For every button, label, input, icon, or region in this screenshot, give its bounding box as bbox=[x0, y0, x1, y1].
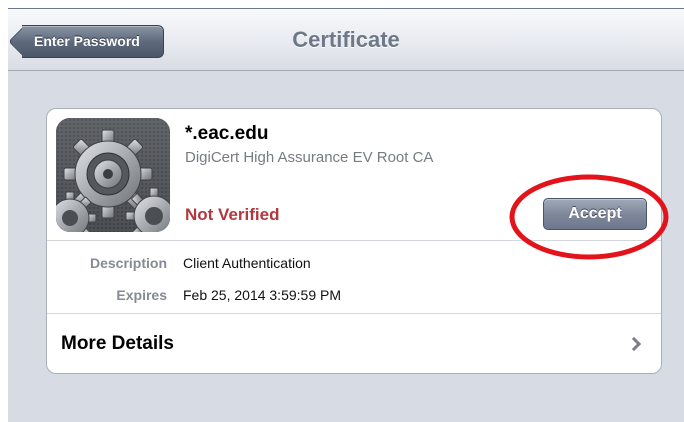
certificate-name: *.eac.edu bbox=[185, 123, 269, 144]
verification-status: Not Verified bbox=[185, 205, 280, 224]
more-details-label: More Details bbox=[61, 333, 174, 354]
divider bbox=[47, 240, 661, 241]
gears-icon bbox=[56, 118, 170, 232]
screen: Certificate Enter Password *.eac.edu Dig… bbox=[8, 8, 684, 422]
description-value: Client Authentication bbox=[183, 255, 311, 271]
certificate-issuer: DigiCert High Assurance EV Root CA bbox=[185, 149, 434, 166]
accept-button[interactable]: Accept bbox=[543, 198, 647, 230]
back-button[interactable]: Enter Password bbox=[22, 25, 164, 58]
navigation-bar: Certificate Enter Password bbox=[8, 9, 684, 71]
expires-value: Feb 25, 2014 3:59:59 PM bbox=[183, 287, 341, 303]
gears-icon-graphic bbox=[56, 118, 170, 232]
more-details-row[interactable]: More Details bbox=[47, 313, 661, 374]
expires-label: Expires bbox=[116, 287, 167, 303]
description-label: Description bbox=[89, 255, 167, 271]
chevron-right-icon bbox=[626, 336, 642, 352]
certificate-card: *.eac.edu DigiCert High Assurance EV Roo… bbox=[46, 108, 662, 374]
